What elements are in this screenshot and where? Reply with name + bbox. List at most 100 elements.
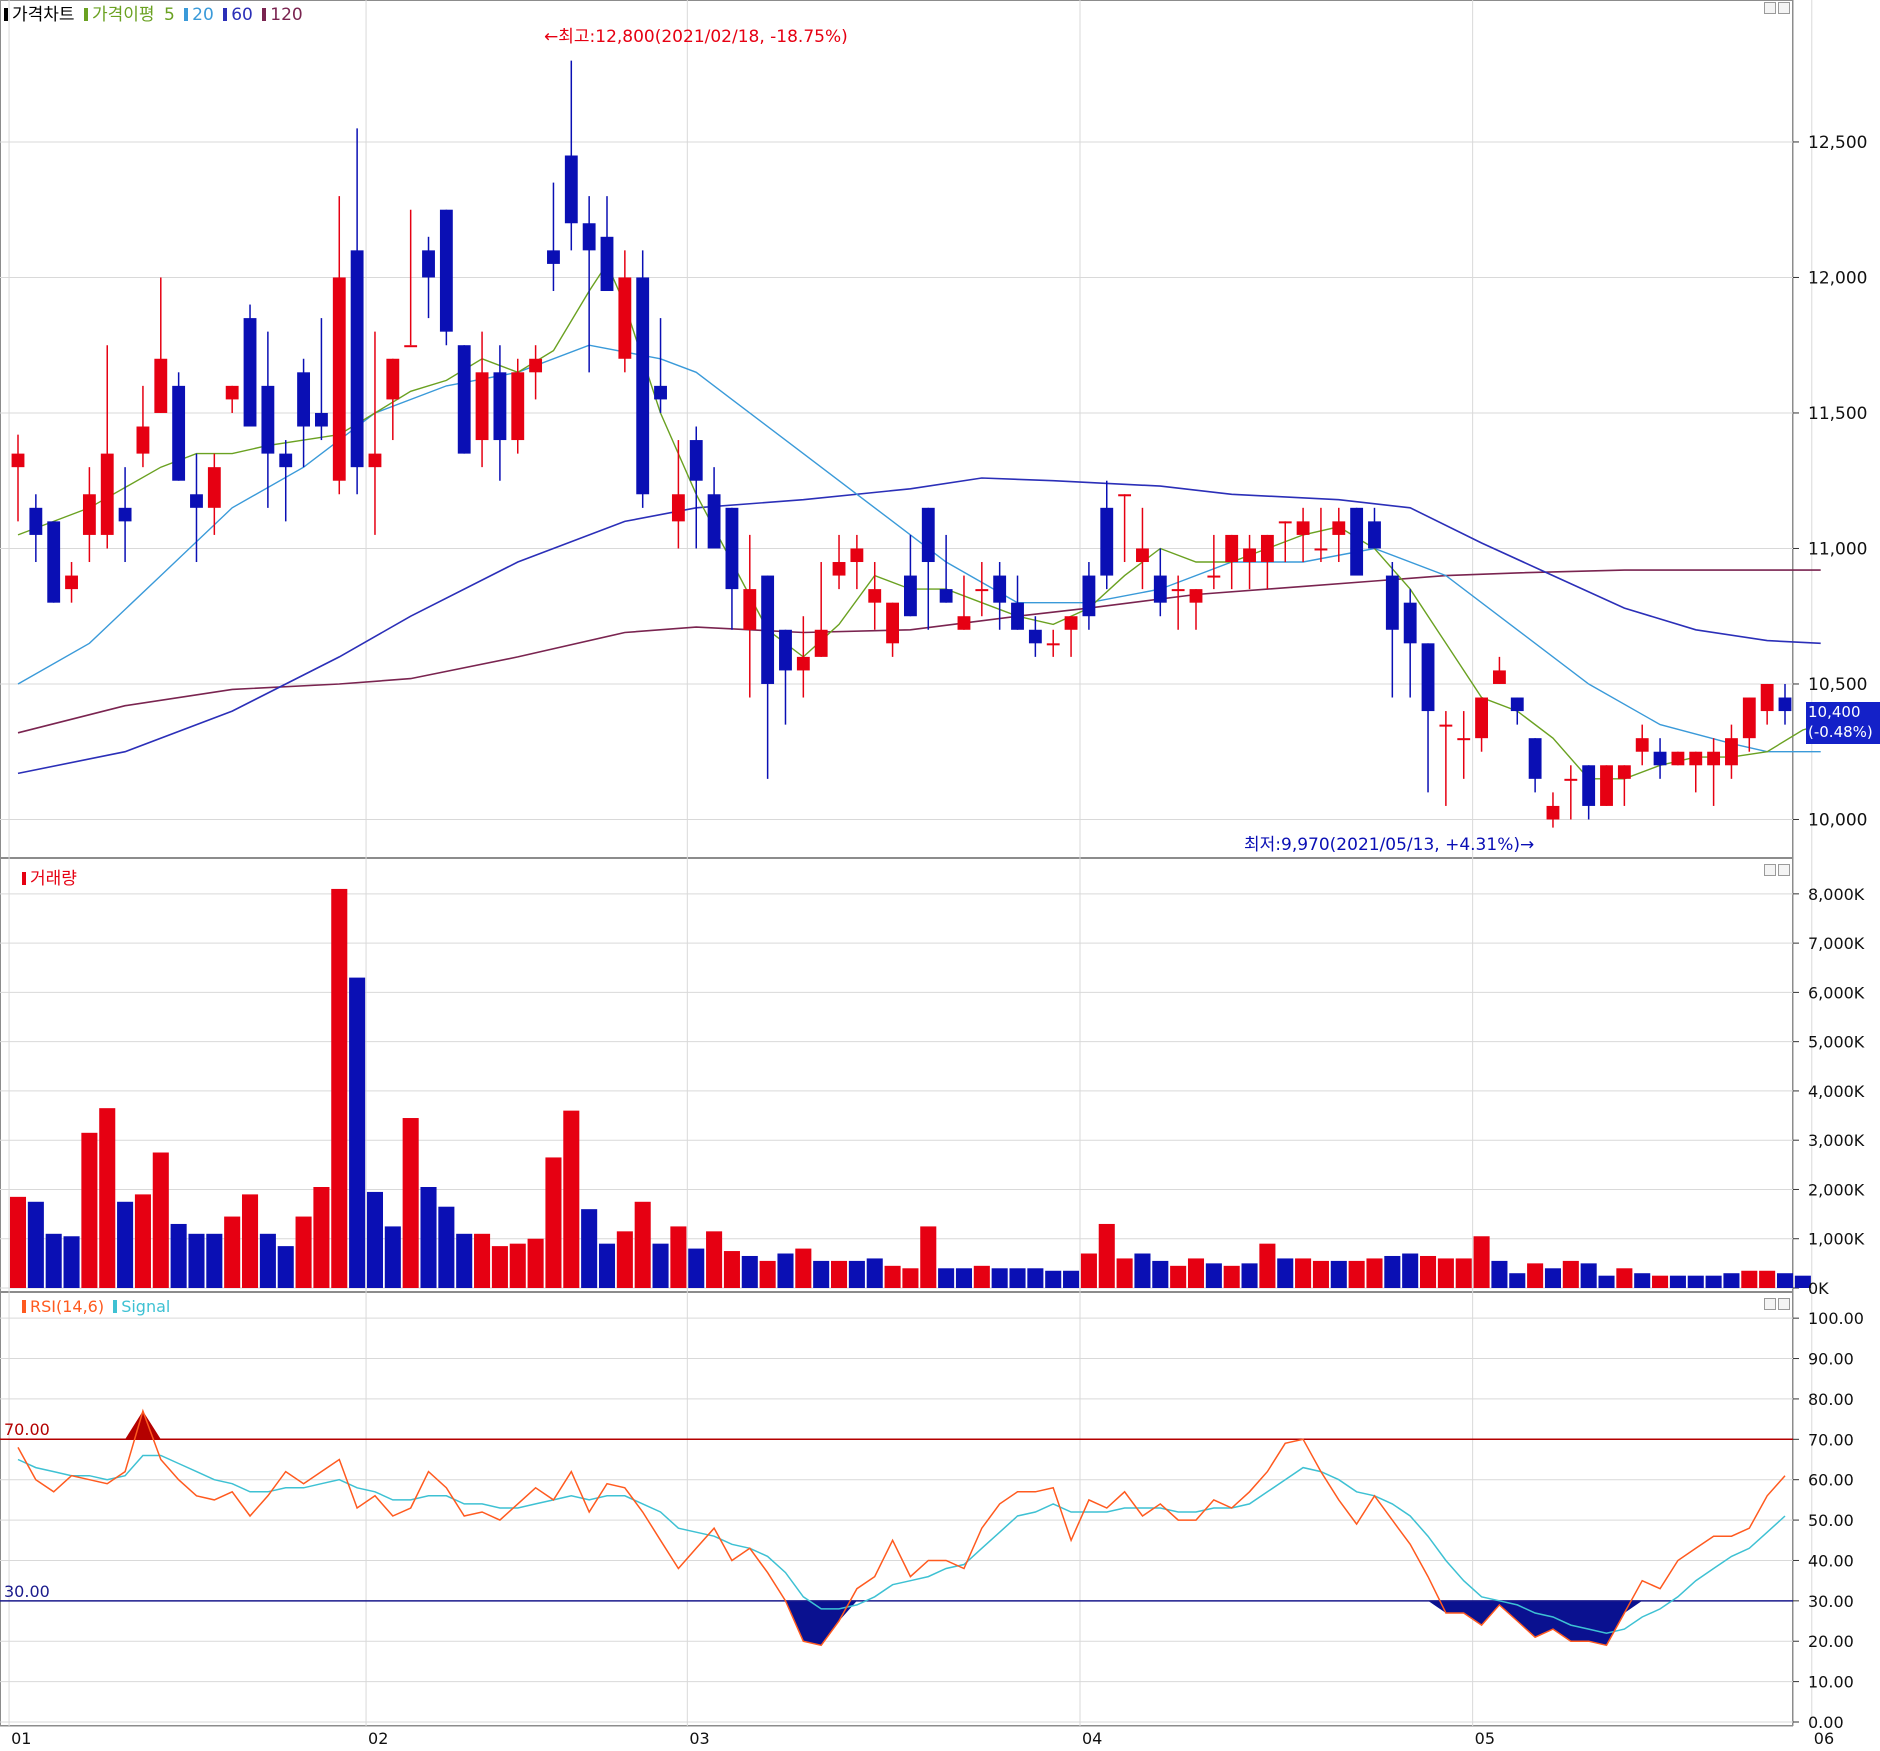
volume-bar — [1544, 1268, 1562, 1288]
candle-body — [118, 507, 132, 522]
volume-bar — [81, 1132, 98, 1288]
candle-body — [814, 629, 828, 657]
volume-bar — [1616, 1268, 1633, 1288]
volume-bar — [866, 1258, 883, 1288]
candle-body — [671, 494, 685, 522]
candle-body — [1314, 548, 1328, 551]
candle-body — [939, 589, 953, 603]
low-annotation: 최저:9,970(2021/05/13, +4.31%)→ — [1244, 835, 1535, 855]
volume-bar — [955, 1268, 973, 1288]
candle-body — [1028, 629, 1042, 644]
volume-bar — [402, 1118, 419, 1288]
volume-bar — [1776, 1273, 1794, 1288]
legend-marker-icon — [113, 1300, 118, 1313]
candle-body — [975, 589, 989, 592]
volume-bar — [1223, 1265, 1240, 1288]
candle-body — [332, 277, 346, 481]
volume-bar — [1634, 1273, 1651, 1288]
candle-body — [279, 453, 293, 468]
volume-bar — [920, 1226, 937, 1288]
candle-body — [1653, 751, 1667, 766]
candle-body — [1100, 507, 1114, 576]
rsi-tick-label: 70.00 — [1808, 1430, 1854, 1449]
price-chart-title: 가격차트 — [12, 5, 75, 25]
volume-bar — [1687, 1275, 1704, 1288]
candle-body — [1350, 507, 1364, 576]
volume-bar — [277, 1246, 294, 1288]
candle-body — [1153, 575, 1167, 603]
volume-bar — [723, 1251, 740, 1288]
candle-body — [868, 589, 882, 603]
candle-body — [368, 453, 382, 468]
candle-body — [154, 358, 168, 413]
candle-body — [1635, 738, 1649, 752]
candle-body — [886, 602, 900, 644]
candle-body — [190, 494, 203, 508]
rsi-tick-label: 60.00 — [1808, 1471, 1854, 1490]
volume-bar — [438, 1206, 455, 1288]
current-price: 10,400 — [1808, 703, 1861, 721]
current-change: (-0.48%) — [1808, 723, 1873, 741]
volume-bar — [295, 1216, 312, 1288]
candle-body — [1600, 765, 1613, 806]
volume-bar — [384, 1226, 401, 1288]
candle-body — [1707, 751, 1721, 766]
volume-bar — [1330, 1260, 1347, 1288]
signal-line — [17, 1454, 1786, 1634]
minimize-icon[interactable] — [1764, 864, 1776, 876]
volume-bar — [1598, 1275, 1615, 1288]
candle-body — [439, 209, 453, 332]
candle-body — [564, 155, 578, 224]
volume-bar — [1652, 1275, 1669, 1288]
volume-bar — [813, 1260, 830, 1288]
volume-bar — [1116, 1258, 1133, 1288]
volume-bar — [1045, 1270, 1062, 1288]
close-icon[interactable] — [1778, 1298, 1790, 1310]
volume-tick-label: 2,000K — [1808, 1180, 1865, 1199]
rsi-tick-label: 20.00 — [1808, 1632, 1854, 1651]
candle-body — [350, 250, 364, 468]
volume-bar — [670, 1226, 687, 1288]
volume-bar — [527, 1238, 544, 1288]
ma5-label: 5 — [163, 5, 175, 25]
volume-bar — [474, 1233, 491, 1288]
legend-marker-icon — [22, 1300, 26, 1313]
candle-body — [65, 575, 78, 590]
volume-bar — [152, 1152, 169, 1288]
candle-body — [993, 575, 1007, 603]
candle-body — [1725, 738, 1738, 766]
volume-bar — [581, 1209, 598, 1288]
volume-bar — [1580, 1263, 1597, 1288]
candle-body — [1439, 724, 1453, 727]
volume-tick-label: 4,000K — [1808, 1082, 1865, 1101]
rsi-tick-label: 40.00 — [1808, 1551, 1854, 1570]
volume-tick-label: 7,000K — [1808, 934, 1865, 953]
candle-body — [1564, 778, 1578, 781]
close-icon[interactable] — [1778, 864, 1790, 876]
volume-tick-label: 5,000K — [1808, 1033, 1865, 1052]
volume-bar — [366, 1191, 384, 1288]
candle-body — [1546, 805, 1560, 820]
close-icon[interactable] — [1778, 2, 1790, 14]
ma60-line — [17, 477, 1821, 775]
volume-legend: 거래량 — [22, 864, 81, 889]
candle-body — [903, 575, 917, 617]
candle-body — [743, 589, 757, 630]
rsi-tick-label: 0.00 — [1808, 1713, 1844, 1732]
volume-tick-label: 0K — [1808, 1279, 1829, 1298]
candle-body — [1582, 765, 1596, 806]
candle-body — [1278, 521, 1292, 524]
panel-frame — [0, 858, 1793, 1292]
volume-bar — [170, 1223, 187, 1288]
candle-body — [761, 575, 775, 684]
candle-body — [47, 521, 61, 603]
volume-bar — [491, 1246, 508, 1288]
volume-tick-label: 8,000K — [1808, 885, 1865, 904]
minimize-icon[interactable] — [1764, 1298, 1776, 1310]
rsi-tick-label: 30.00 — [1808, 1592, 1854, 1611]
x-tick-label: 04 — [1082, 1729, 1102, 1747]
legend-marker-icon — [262, 8, 267, 21]
volume-bar — [224, 1216, 241, 1288]
minimize-icon[interactable] — [1764, 2, 1776, 14]
candle-body — [1671, 751, 1685, 766]
